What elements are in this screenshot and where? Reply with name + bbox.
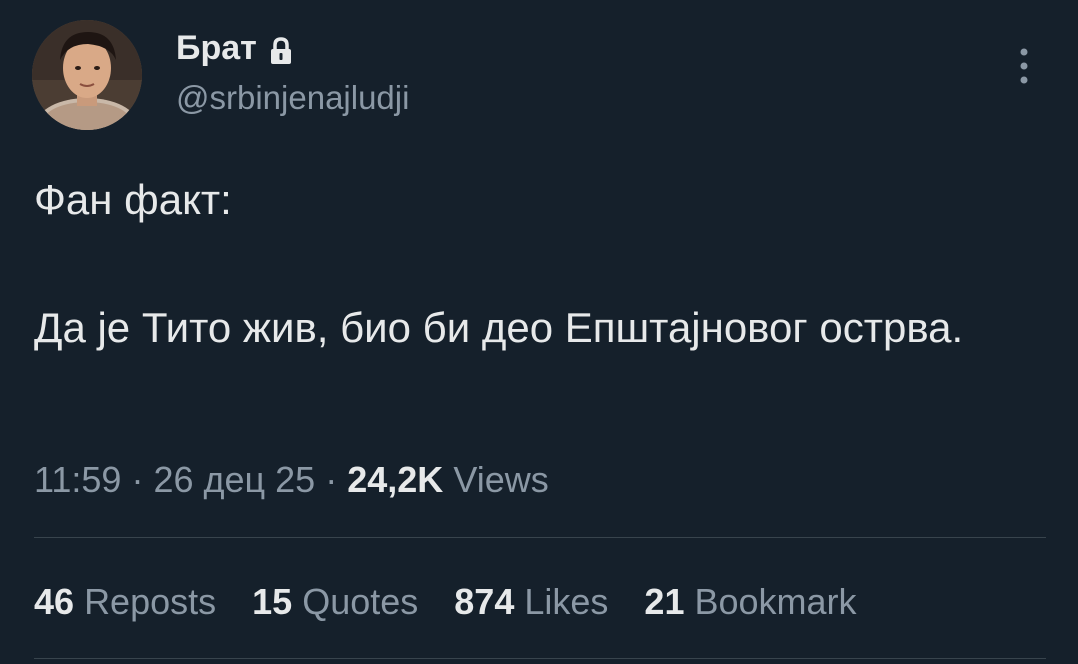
stat-label: Likes bbox=[524, 581, 609, 622]
tweet-time[interactable]: 11:59 bbox=[34, 459, 121, 500]
tweet-date[interactable]: 26 дец 25 bbox=[153, 459, 315, 500]
stat-count: 21 bbox=[644, 581, 685, 622]
avatar-photo bbox=[32, 20, 142, 130]
tweet-meta: 11:59 · 26 дец 25 · 24,2K Views bbox=[34, 458, 549, 502]
stat-label: Bookmark bbox=[694, 581, 857, 622]
display-name-text[interactable]: Брат bbox=[176, 28, 257, 68]
views-count[interactable]: 24,2K bbox=[347, 459, 443, 500]
more-options-icon[interactable] bbox=[1014, 46, 1034, 86]
stat-quotes[interactable]: 15 Quotes bbox=[252, 580, 418, 624]
divider bbox=[34, 658, 1046, 659]
stat-count: 15 bbox=[252, 581, 293, 622]
views-label[interactable]: Views bbox=[453, 459, 548, 500]
stat-label: Reposts bbox=[84, 581, 217, 622]
tweet-text-line: Да је Тито жив, био би део Епштајновог о… bbox=[34, 304, 964, 351]
avatar[interactable] bbox=[32, 20, 142, 130]
stat-count: 874 bbox=[454, 581, 515, 622]
user-handle[interactable]: @srbinjenajludji bbox=[176, 78, 409, 118]
stat-label: Quotes bbox=[302, 581, 419, 622]
tweet-text-spacer bbox=[34, 232, 1034, 296]
stat-bookmarks[interactable]: 21 Bookmark bbox=[644, 580, 856, 624]
meta-separator: · bbox=[131, 459, 144, 500]
tweet-card: Брат @srbinjenajludji Фан факт: Да је Ти… bbox=[0, 0, 1078, 664]
divider bbox=[34, 537, 1046, 538]
stat-reposts[interactable]: 46 Reposts bbox=[34, 580, 216, 624]
lock-icon bbox=[269, 34, 293, 64]
tweet-text-line: Фан факт: bbox=[34, 176, 232, 223]
stat-likes[interactable]: 874 Likes bbox=[454, 580, 608, 624]
engagement-stats: 46 Reposts 15 Quotes 874 Likes 21 Bookma… bbox=[34, 580, 857, 624]
meta-separator: · bbox=[325, 459, 338, 500]
display-name[interactable]: Брат bbox=[176, 28, 293, 68]
stat-count: 46 bbox=[34, 581, 75, 622]
tweet-text: Фан факт: Да је Тито жив, био би део Епш… bbox=[34, 168, 1034, 360]
